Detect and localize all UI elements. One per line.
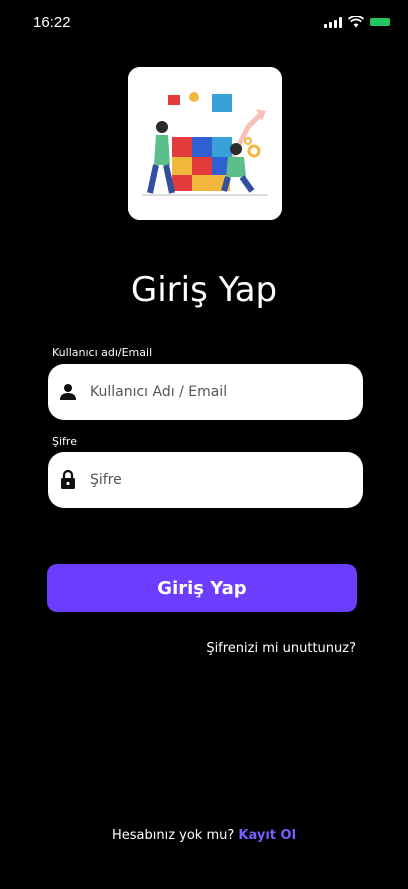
password-field[interactable] — [48, 452, 363, 508]
lock-icon — [48, 452, 88, 508]
login-button[interactable]: Giriş Yap — [47, 564, 357, 612]
battery-icon — [370, 18, 390, 26]
username-input[interactable] — [90, 384, 350, 400]
forgot-password-link[interactable]: Şifrenizi mi unuttunuz? — [206, 641, 356, 656]
password-input[interactable] — [90, 472, 350, 488]
username-field[interactable] — [48, 364, 363, 420]
signup-prompt: Hesabınız yok mu? — [111, 828, 235, 843]
status-time: 16:22 — [33, 14, 71, 31]
wifi-icon — [348, 16, 364, 28]
signup-row: Hesabınız yok mu? Kayıt Ol — [0, 828, 408, 843]
signal-icon — [324, 16, 342, 28]
user-icon — [48, 364, 88, 420]
puzzle-teamwork-illustration-icon — [128, 67, 282, 220]
page-title: Giriş Yap — [130, 270, 278, 310]
app-logo — [128, 67, 282, 220]
status-bar: 16:22 — [0, 0, 408, 44]
signup-link[interactable]: Kayıt Ol — [238, 828, 296, 843]
password-label: Şifre — [52, 435, 77, 448]
status-icons — [324, 16, 390, 28]
username-label: Kullanıcı adı/Email — [52, 346, 153, 359]
